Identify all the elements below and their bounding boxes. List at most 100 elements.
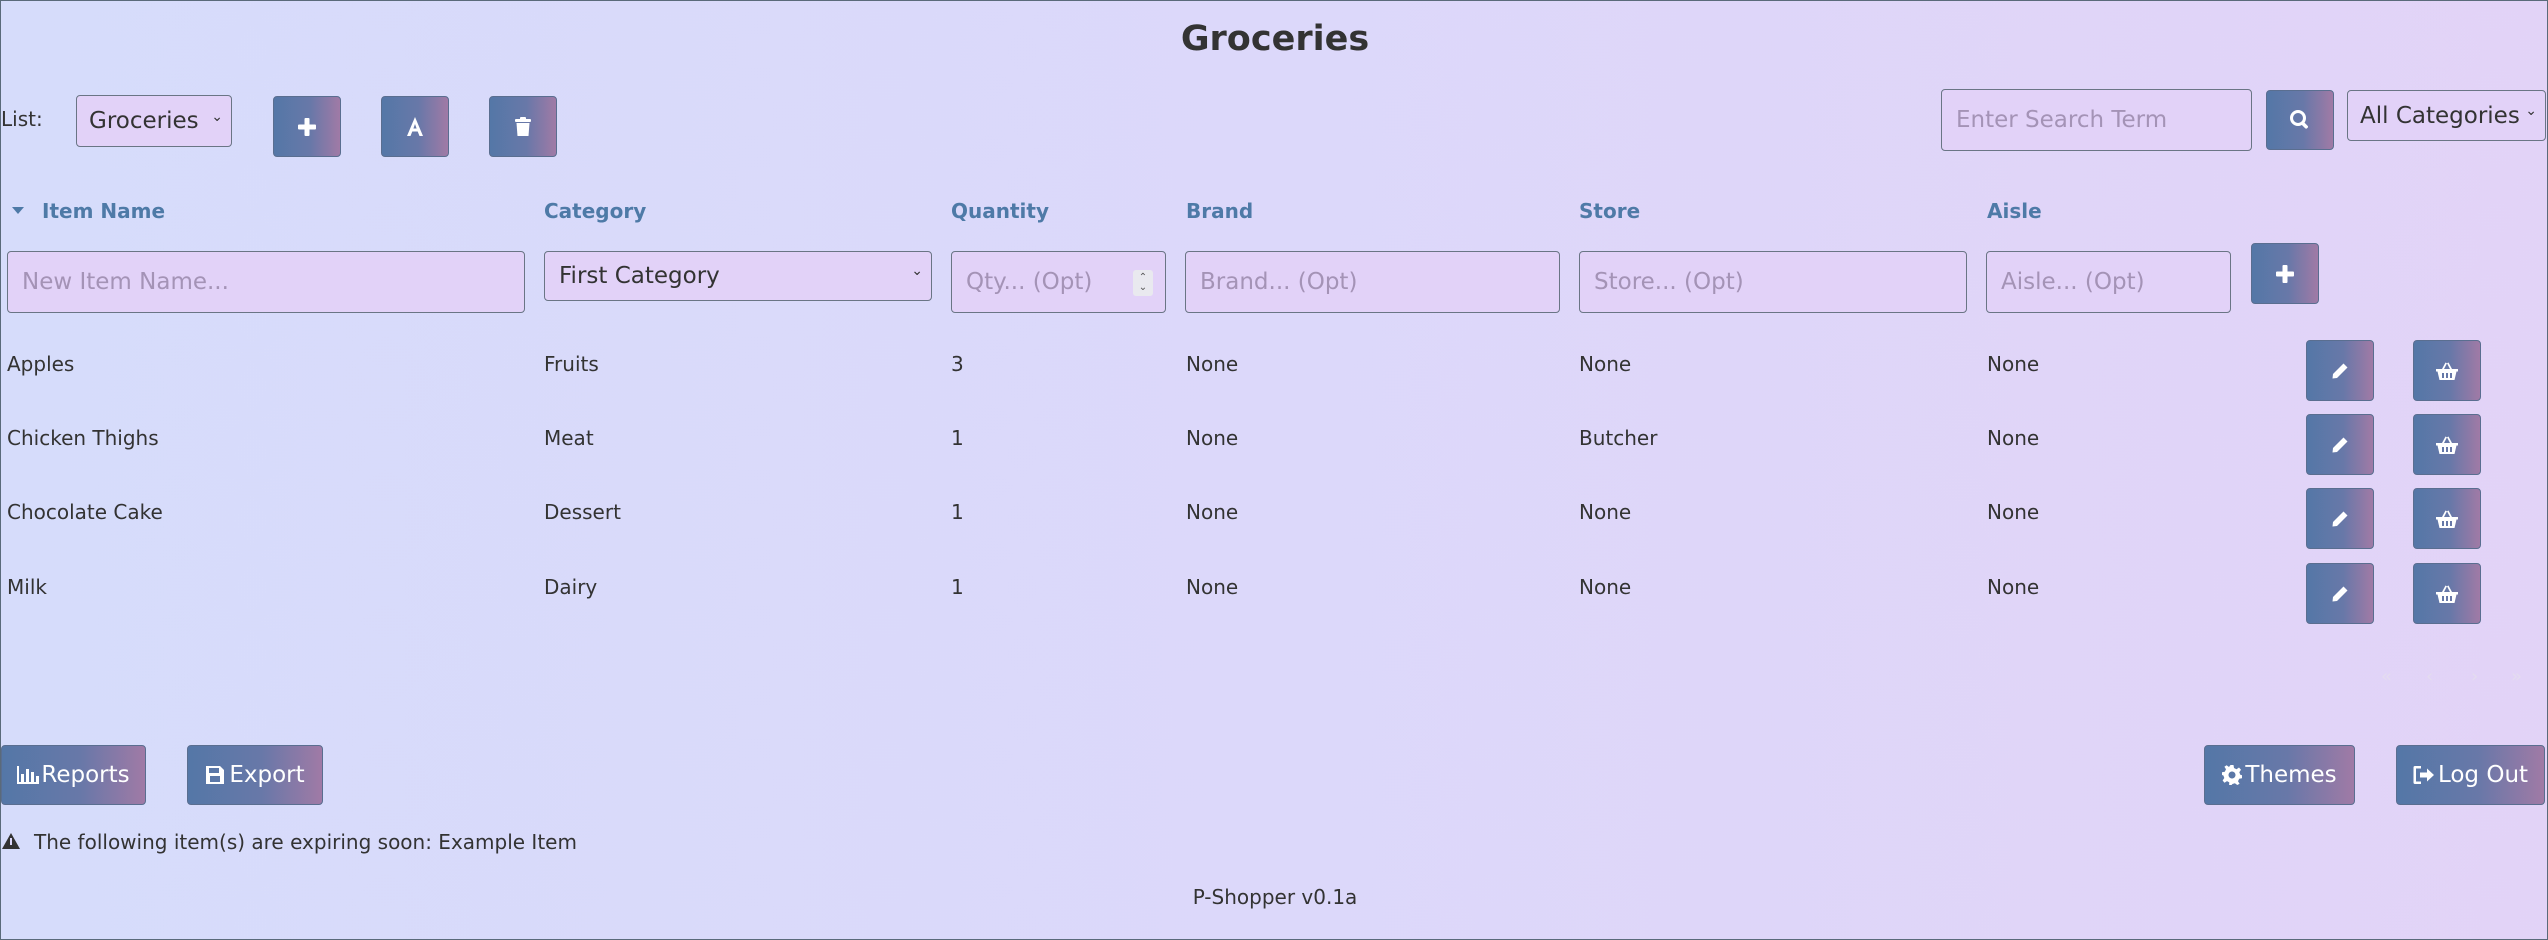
page-title: Groceries [1180,19,1370,59]
cell-item-name: Chocolate Cake [7,500,163,524]
cell-store: None [1579,575,1632,599]
themes-button[interactable]: Themes [2204,745,2355,805]
basket-item-button[interactable] [2413,563,2481,624]
pencil-icon [2332,511,2348,526]
reports-button[interactable]: Reports [1,745,146,805]
pencil-icon [2332,437,2348,452]
cell-item-name: Milk [7,575,47,599]
new-item-aisle-input[interactable] [2001,269,2216,295]
list-select[interactable]: Groceries ⌄ [76,95,232,147]
cell-store: None [1579,500,1632,524]
logout-label: Log Out [2437,762,2529,788]
search-field[interactable] [1941,89,2252,151]
cell-item-name: Apples [7,352,75,376]
pagination-next-icon[interactable]: › [2471,666,2481,687]
new-item-store-field[interactable] [1579,251,1967,313]
pagination-prev-icon[interactable]: ‹ [2426,666,2436,687]
cell-aisle: None [1987,352,2040,376]
cell-store: Butcher [1579,426,1658,450]
search-icon [2290,110,2308,129]
list-select-value: Groceries [89,108,199,134]
cell-quantity: 1 [951,426,964,450]
basket-icon [2436,510,2458,528]
chevron-down-icon: ⌄ [2525,103,2537,119]
pencil-icon [2332,363,2348,378]
export-label: Export [229,762,305,788]
pagination-first-icon[interactable]: « [2381,666,2392,687]
reports-label: Reports [41,762,130,788]
edit-item-button[interactable] [2306,414,2374,475]
new-item-store-input[interactable] [1594,269,1952,295]
edit-item-button[interactable] [2306,340,2374,401]
qty-stepper[interactable]: ⌃ ⌄ [1133,270,1153,296]
cell-brand: None [1186,426,1239,450]
sign-out-icon [2413,766,2434,784]
basket-item-button[interactable] [2413,340,2481,401]
add-item-button[interactable] [2251,243,2319,304]
cog-icon [2222,765,2243,785]
cell-store: None [1579,352,1632,376]
header-quantity[interactable]: Quantity [951,199,1049,223]
basket-icon [2436,585,2458,603]
cell-brand: None [1186,500,1239,524]
category-filter-value: All Categories [2360,102,2520,129]
header-store[interactable]: Store [1579,199,1640,223]
new-item-category-value: First Category [559,263,720,289]
list-label: List: [1,107,43,131]
chevron-down-icon: ⌄ [211,109,223,125]
plus-icon [2276,264,2294,283]
warning-icon-mark [10,838,12,845]
add-list-button[interactable] [273,96,341,157]
pagination-last-icon[interactable]: » [2511,666,2522,687]
basket-icon [2436,436,2458,454]
edit-item-button[interactable] [2306,488,2374,549]
expiring-notice: The following item(s) are expiring soon:… [34,830,577,854]
header-brand[interactable]: Brand [1186,199,1253,223]
cell-category: Meat [544,426,594,450]
logout-button[interactable]: Log Out [2396,745,2545,805]
basket-item-button[interactable] [2413,414,2481,475]
cell-item-name: Chicken Thighs [7,426,159,450]
new-item-brand-field[interactable] [1185,251,1560,313]
bar-chart-icon [17,766,40,784]
stepper-down-icon[interactable]: ⌄ [1139,283,1147,293]
cell-quantity: 1 [951,575,964,599]
plus-icon [298,117,316,136]
cell-quantity: 1 [951,500,964,524]
pencil-icon [2332,586,2348,601]
new-item-aisle-field[interactable] [1986,251,2231,313]
sort-caret-icon[interactable] [12,207,24,214]
new-item-brand-input[interactable] [1200,269,1545,295]
header-category[interactable]: Category [544,199,646,223]
new-item-qty-field[interactable]: ⌃ ⌄ [951,251,1166,313]
cell-brand: None [1186,575,1239,599]
category-filter-select[interactable]: All Categories ⌄ [2347,90,2546,141]
delete-list-button[interactable] [489,96,557,157]
basket-icon [2436,362,2458,380]
new-item-category-select[interactable]: First Category ⌄ [544,251,932,301]
basket-item-button[interactable] [2413,488,2481,549]
cell-category: Fruits [544,352,599,376]
font-icon [407,116,423,136]
rename-list-button[interactable] [381,96,449,157]
cell-category: Dairy [544,575,598,599]
cell-aisle: None [1987,575,2040,599]
new-item-name-input[interactable] [22,269,510,295]
search-button[interactable] [2266,90,2334,150]
export-button[interactable]: Export [187,745,323,805]
new-item-name-field[interactable] [7,251,525,313]
cell-quantity: 3 [951,352,964,376]
chevron-down-icon: ⌄ [911,263,923,279]
header-aisle[interactable]: Aisle [1987,199,2042,223]
version-label: P-Shopper v0.1a [1192,885,1358,909]
header-item-name[interactable]: Item Name [42,199,165,223]
cell-aisle: None [1987,500,2040,524]
edit-item-button[interactable] [2306,563,2374,624]
floppy-disk-icon [206,766,225,784]
cell-aisle: None [1987,426,2040,450]
themes-label: Themes [2245,762,2337,788]
search-input[interactable] [1956,107,2237,133]
cell-brand: None [1186,352,1239,376]
cell-category: Dessert [544,500,621,524]
new-item-qty-input[interactable] [966,269,1126,295]
